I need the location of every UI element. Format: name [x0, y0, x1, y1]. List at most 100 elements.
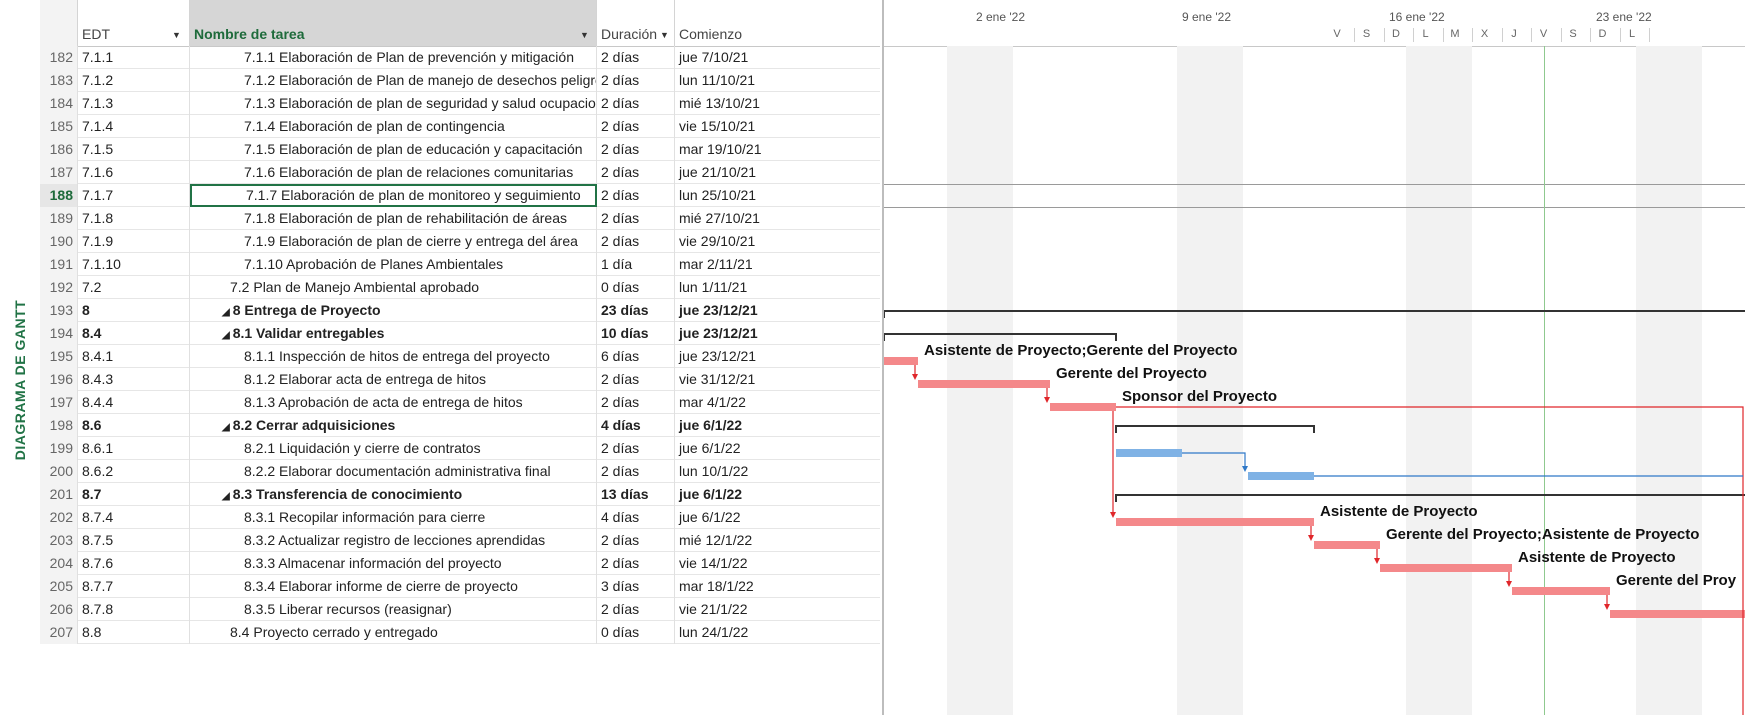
- table-row[interactable]: 206 8.7.8 8.3.5 Liberar recursos (reasigna…: [40, 598, 880, 621]
- task-name-cell[interactable]: 7.1.1 Elaboración de Plan de prevención …: [190, 46, 597, 69]
- row-id[interactable]: 199: [40, 437, 78, 460]
- duration-cell[interactable]: 2 días: [597, 368, 675, 391]
- collapse-triangle-icon[interactable]: ◢: [222, 491, 230, 502]
- task-bar[interactable]: [1116, 449, 1182, 457]
- edt-cell[interactable]: 7.1.2: [78, 69, 190, 92]
- row-id[interactable]: 189: [40, 207, 78, 230]
- row-id[interactable]: 185: [40, 115, 78, 138]
- task-name-cell[interactable]: 8.3.1 Recopilar información para cierre: [190, 506, 597, 529]
- column-header-start[interactable]: Comienzo: [675, 0, 880, 46]
- start-cell[interactable]: mié 12/1/22: [675, 529, 880, 552]
- view-bar[interactable]: DIAGRAMA DE GANTT: [0, 0, 40, 715]
- summary-bar[interactable]: [1115, 494, 1745, 502]
- duration-cell[interactable]: 0 días: [597, 621, 675, 644]
- summary-bar[interactable]: [884, 333, 1117, 341]
- start-cell[interactable]: mar 18/1/22: [675, 575, 880, 598]
- start-cell[interactable]: vie 14/1/22: [675, 552, 880, 575]
- task-name-cell[interactable]: ◢ 8 Entrega de Proyecto: [190, 299, 597, 322]
- edt-cell[interactable]: 8: [78, 299, 190, 322]
- task-name-cell[interactable]: 8.1.3 Aprobación de acta de entrega de h…: [190, 391, 597, 414]
- task-name-cell[interactable]: 7.1.5 Elaboración de plan de educación y…: [190, 138, 597, 161]
- start-cell[interactable]: jue 7/10/21: [675, 46, 880, 69]
- start-cell[interactable]: jue 23/12/21: [675, 345, 880, 368]
- start-cell[interactable]: mar 4/1/22: [675, 391, 880, 414]
- task-name-cell[interactable]: 8.3.5 Liberar recursos (reasignar): [190, 598, 597, 621]
- task-bar[interactable]: [1116, 518, 1314, 526]
- task-name-cell[interactable]: 7.2 Plan de Manejo Ambiental aprobado: [190, 276, 597, 299]
- start-cell[interactable]: vie 21/1/22: [675, 598, 880, 621]
- start-cell[interactable]: jue 23/12/21: [675, 299, 880, 322]
- duration-cell[interactable]: 4 días: [597, 414, 675, 437]
- collapse-triangle-icon[interactable]: ◢: [222, 307, 230, 318]
- duration-cell[interactable]: 2 días: [597, 207, 675, 230]
- edt-cell[interactable]: 7.1.6: [78, 161, 190, 184]
- duration-cell[interactable]: 2 días: [597, 552, 675, 575]
- edt-cell[interactable]: 8.7.6: [78, 552, 190, 575]
- task-name-cell[interactable]: 8.2.1 Liquidación y cierre de contratos: [190, 437, 597, 460]
- table-row[interactable]: 190 7.1.9 7.1.9 Elaboración de plan de cie…: [40, 230, 880, 253]
- table-row[interactable]: 205 8.7.7 8.3.4 Elaborar informe de cierre…: [40, 575, 880, 598]
- table-row[interactable]: 189 7.1.8 7.1.8 Elaboración de plan de reh…: [40, 207, 880, 230]
- edt-cell[interactable]: 8.4.1: [78, 345, 190, 368]
- duration-cell[interactable]: 1 día: [597, 253, 675, 276]
- column-header-name[interactable]: Nombre de tarea ▼: [190, 0, 597, 46]
- edt-cell[interactable]: 8.6: [78, 414, 190, 437]
- task-bar[interactable]: [1512, 587, 1610, 595]
- start-cell[interactable]: mié 27/10/21: [675, 207, 880, 230]
- table-row[interactable]: 186 7.1.5 7.1.5 Elaboración de plan de edu…: [40, 138, 880, 161]
- edt-cell[interactable]: 8.8: [78, 621, 190, 644]
- task-bar[interactable]: [1248, 472, 1314, 480]
- table-row[interactable]: 195 8.4.1 8.1.1 Inspección de hitos de ent…: [40, 345, 880, 368]
- duration-cell[interactable]: 3 días: [597, 575, 675, 598]
- table-row[interactable]: 197 8.4.4 8.1.3 Aprobación de acta de entr…: [40, 391, 880, 414]
- row-id[interactable]: 188: [40, 184, 78, 207]
- collapse-triangle-icon[interactable]: ◢: [222, 422, 230, 433]
- start-cell[interactable]: jue 6/1/22: [675, 437, 880, 460]
- select-all-corner[interactable]: [40, 0, 78, 46]
- column-header-edt[interactable]: EDT ▼: [78, 0, 190, 46]
- task-name-cell[interactable]: 8.3.3 Almacenar información del proyecto: [190, 552, 597, 575]
- duration-cell[interactable]: 2 días: [597, 391, 675, 414]
- edt-cell[interactable]: 7.1.3: [78, 92, 190, 115]
- edt-cell[interactable]: 8.6.2: [78, 460, 190, 483]
- duration-cell[interactable]: 4 días: [597, 506, 675, 529]
- start-cell[interactable]: lun 10/1/22: [675, 460, 880, 483]
- start-cell[interactable]: mar 2/11/21: [675, 253, 880, 276]
- collapse-triangle-icon[interactable]: ◢: [222, 330, 230, 341]
- duration-cell[interactable]: 2 días: [597, 115, 675, 138]
- edt-cell[interactable]: 8.7.7: [78, 575, 190, 598]
- task-bar[interactable]: [1314, 541, 1380, 549]
- task-name-cell[interactable]: ◢ 8.1 Validar entregables: [190, 322, 597, 345]
- start-cell[interactable]: vie 29/10/21: [675, 230, 880, 253]
- chevron-down-icon[interactable]: ▼: [172, 30, 181, 40]
- duration-cell[interactable]: 2 días: [597, 598, 675, 621]
- start-cell[interactable]: mar 19/10/21: [675, 138, 880, 161]
- start-cell[interactable]: jue 6/1/22: [675, 483, 880, 506]
- summary-bar[interactable]: [884, 310, 1745, 318]
- row-id[interactable]: 183: [40, 69, 78, 92]
- duration-cell[interactable]: 10 días: [597, 322, 675, 345]
- edt-cell[interactable]: 8.7: [78, 483, 190, 506]
- edt-cell[interactable]: 7.1.8: [78, 207, 190, 230]
- table-row[interactable]: 199 8.6.1 8.2.1 Liquidación y cierre de co…: [40, 437, 880, 460]
- chevron-down-icon[interactable]: ▼: [580, 30, 589, 40]
- edt-cell[interactable]: 8.4.3: [78, 368, 190, 391]
- start-cell[interactable]: lun 25/10/21: [675, 184, 880, 207]
- row-id[interactable]: 193: [40, 299, 78, 322]
- row-id[interactable]: 182: [40, 46, 78, 69]
- start-cell[interactable]: lun 24/1/22: [675, 621, 880, 644]
- gantt-chart[interactable]: 2 ene '22 9 ene '22 16 ene '22 23 ene '22 V S…: [882, 0, 1745, 715]
- start-cell[interactable]: lun 1/11/21: [675, 276, 880, 299]
- task-name-cell[interactable]: 7.1.10 Aprobación de Planes Ambientales: [190, 253, 597, 276]
- edt-cell[interactable]: 8.7.4: [78, 506, 190, 529]
- start-cell[interactable]: jue 21/10/21: [675, 161, 880, 184]
- table-row[interactable]: 204 8.7.6 8.3.3 Almacenar información del …: [40, 552, 880, 575]
- edt-cell[interactable]: 7.1.10: [78, 253, 190, 276]
- table-row[interactable]: 201 8.7 ◢ 8.3 Transferencia de conocimiento…: [40, 483, 880, 506]
- table-row[interactable]: 187 7.1.6 7.1.6 Elaboración de plan de rel…: [40, 161, 880, 184]
- table-row[interactable]: 188 7.1.7 7.1.7 Elaboración de plan de mon…: [40, 184, 880, 207]
- row-id[interactable]: 202: [40, 506, 78, 529]
- row-id[interactable]: 201: [40, 483, 78, 506]
- edt-cell[interactable]: 7.1.9: [78, 230, 190, 253]
- task-name-cell[interactable]: 7.1.9 Elaboración de plan de cierre y en…: [190, 230, 597, 253]
